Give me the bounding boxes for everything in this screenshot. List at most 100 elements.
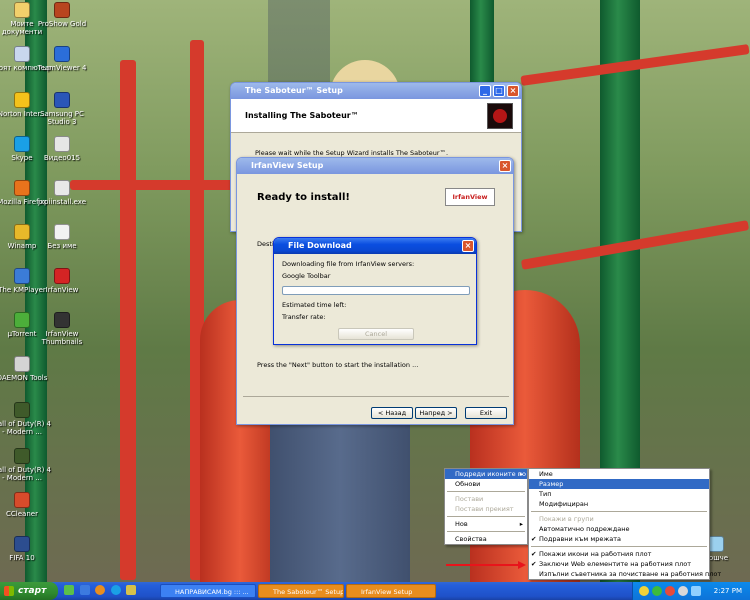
menu-item-label: Модифициран bbox=[539, 500, 589, 508]
menu-item[interactable]: Тип bbox=[529, 489, 709, 499]
show-desktop-icon[interactable] bbox=[79, 585, 90, 595]
close-button[interactable]: × bbox=[499, 160, 511, 172]
irfanview-logo: IrfanView bbox=[445, 188, 495, 206]
desktop-icon[interactable]: Без име bbox=[32, 224, 92, 250]
desktop-icon-label: ProShow Gold bbox=[37, 20, 87, 28]
desktop-icon-label: jxpiinstall.exe bbox=[37, 198, 87, 206]
back-button[interactable]: < Назад bbox=[371, 407, 413, 419]
desktop-icon[interactable]: FIFA 10 bbox=[0, 536, 52, 562]
fifa-icon bbox=[14, 536, 30, 552]
menu-separator bbox=[447, 491, 525, 492]
recycle-bin-icon bbox=[708, 536, 724, 552]
taskbar-button-naprabisam[interactable]: НАПРАВИСАМ.bg ::: ... bbox=[160, 584, 256, 598]
desktop-icon[interactable]: Call of Duty(R) 4 - Modern ... bbox=[0, 448, 52, 482]
menu-item-label: Обнови bbox=[455, 480, 481, 488]
skype-icon[interactable] bbox=[110, 585, 121, 595]
file-download-dialog: File Download × Downloading file from Ir… bbox=[273, 237, 477, 345]
tray-icon[interactable] bbox=[665, 586, 675, 596]
menu-item[interactable]: Нов ▸ bbox=[445, 519, 527, 529]
quick-launch-icon[interactable] bbox=[64, 585, 74, 595]
menu-item[interactable]: ✔ Подравни към мрежата bbox=[529, 534, 709, 544]
desktop[interactable]: Моите документиМоят компютърNorton Inter… bbox=[0, 0, 750, 582]
close-button[interactable]: × bbox=[507, 85, 519, 97]
menu-item-label: Постави bbox=[455, 495, 484, 503]
submenu-arrow-icon: ▸ bbox=[519, 520, 523, 528]
desktop-icon[interactable]: Видео015 bbox=[32, 136, 92, 162]
java-icon bbox=[54, 180, 70, 196]
menu-item[interactable]: ✔ Покажи икони на работния плот bbox=[529, 549, 709, 559]
window-title: IrfanView Setup bbox=[251, 161, 324, 170]
start-button[interactable]: старт bbox=[0, 582, 58, 600]
desktop-icon[interactable]: Call of Duty(R) 4 - Modern ... bbox=[0, 402, 52, 436]
taskbar-button-irfanview[interactable]: IrfanView Setup bbox=[346, 584, 436, 598]
winamp-icon bbox=[14, 224, 30, 240]
tray-icon[interactable] bbox=[639, 586, 649, 596]
desktop-icon[interactable]: IrfanView Thumbnails bbox=[32, 312, 92, 346]
network-icon[interactable] bbox=[691, 586, 701, 596]
winamp-icon[interactable] bbox=[126, 585, 137, 595]
exit-button[interactable]: Exit bbox=[465, 407, 507, 419]
file-download-titlebar[interactable]: File Download × bbox=[274, 238, 476, 254]
saboteur-header: Installing The Saboteur™ bbox=[231, 99, 521, 133]
ccleaner-icon bbox=[14, 492, 30, 508]
menu-item[interactable]: Изпълни съветника за почистване на работ… bbox=[529, 569, 721, 579]
red-rail bbox=[120, 60, 136, 580]
volume-icon[interactable] bbox=[678, 586, 688, 596]
close-button[interactable]: × bbox=[462, 240, 474, 252]
samsung-icon bbox=[54, 92, 70, 108]
desktop-icon[interactable]: jxpiinstall.exe bbox=[32, 180, 92, 206]
firefox-icon[interactable] bbox=[95, 585, 106, 595]
desktop-icon-label: CCleaner bbox=[6, 510, 38, 518]
desktop-icon-label: IrfanView bbox=[45, 286, 79, 294]
taskbar-button-saboteur[interactable]: The Saboteur™ Setup bbox=[258, 584, 344, 598]
irfanview-icon bbox=[54, 268, 70, 284]
video-file-icon bbox=[54, 136, 70, 152]
menu-item[interactable]: Модифициран bbox=[529, 499, 709, 509]
desktop-icon[interactable]: TeamViewer 4 bbox=[32, 46, 92, 72]
desktop-icon-label: Видео015 bbox=[43, 154, 81, 162]
proshow-icon bbox=[54, 2, 70, 18]
menu-item-label: Автоматично подреждане bbox=[539, 525, 630, 533]
menu-item[interactable]: Постави прекият bbox=[445, 504, 527, 514]
task-label: НАПРАВИСАМ.bg ::: ... bbox=[175, 588, 249, 596]
desktop-icon-label: FIFA 10 bbox=[9, 554, 35, 562]
menu-item[interactable]: Размер bbox=[529, 479, 709, 489]
menu-item[interactable]: Автоматично подреждане bbox=[529, 524, 709, 534]
daemon-icon bbox=[14, 356, 30, 372]
checkmark-icon: ✔ bbox=[531, 560, 537, 568]
folder-icon bbox=[14, 2, 30, 18]
menu-item-label: Изпълни съветника за почистване на работ… bbox=[539, 570, 722, 578]
desktop-icon-label: IrfanView Thumbnails bbox=[41, 330, 83, 346]
checkmark-icon: ✔ bbox=[531, 550, 537, 558]
saboteur-titlebar[interactable]: The Saboteur™ Setup _ □ × bbox=[231, 83, 521, 99]
saboteur-status-text: Please wait while the Setup Wizard insta… bbox=[255, 149, 449, 157]
menu-item[interactable]: Постави bbox=[445, 494, 527, 504]
task-label: The Saboteur™ Setup bbox=[273, 588, 344, 596]
time-left-label: Estimated time left: bbox=[282, 301, 347, 309]
cod-icon bbox=[14, 448, 30, 464]
desktop-icon[interactable]: CCleaner bbox=[0, 492, 52, 518]
transfer-rate-label: Transfer rate: bbox=[282, 313, 326, 321]
next-button[interactable]: Напред > bbox=[415, 407, 457, 419]
tray-icon[interactable] bbox=[652, 586, 662, 596]
checkmark-icon: ✔ bbox=[531, 535, 537, 543]
menu-item[interactable]: Свойства bbox=[445, 534, 527, 544]
irfanview-titlebar[interactable]: IrfanView Setup × bbox=[237, 158, 513, 174]
desktop-icon[interactable]: Samsung PC Studio 3 bbox=[32, 92, 92, 126]
menu-item[interactable]: Подреди иконите по ▸ bbox=[445, 469, 527, 479]
desktop-icon[interactable]: DAEMON Tools bbox=[0, 356, 52, 382]
menu-item[interactable]: Обнови bbox=[445, 479, 527, 489]
ready-heading: Ready to install! bbox=[257, 192, 350, 203]
desktop-icon[interactable]: IrfanView bbox=[32, 268, 92, 294]
menu-item[interactable]: Име bbox=[529, 469, 709, 479]
cancel-button[interactable]: Cancel bbox=[338, 328, 414, 340]
firefox-icon bbox=[14, 180, 30, 196]
child-jeans bbox=[270, 420, 410, 582]
menu-item[interactable]: ✔ Заключи Web елементите на работния плот bbox=[529, 559, 709, 569]
maximize-button[interactable]: □ bbox=[493, 85, 505, 97]
menu-item-label: Размер bbox=[539, 480, 564, 488]
menu-item-label: Нов bbox=[455, 520, 468, 528]
minimize-button[interactable]: _ bbox=[479, 85, 491, 97]
desktop-icon[interactable]: ProShow Gold bbox=[32, 2, 92, 28]
menu-item[interactable]: Покажи в групи bbox=[529, 514, 709, 524]
